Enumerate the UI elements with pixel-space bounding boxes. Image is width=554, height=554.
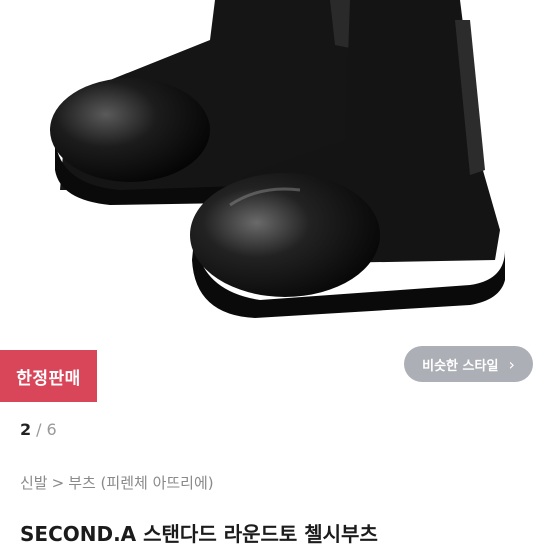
chevron-right-icon: › <box>508 354 515 374</box>
breadcrumb-subcategory[interactable]: 부츠 (피렌체 아뜨리에) <box>68 472 213 493</box>
breadcrumb: 신발 > 부츠 (피렌체 아뜨리에) <box>20 472 214 493</box>
boots-illustration <box>50 0 505 318</box>
limited-sale-badge: 한정판매 <box>0 350 97 402</box>
similar-style-button[interactable]: 비슷한 스타일 › <box>404 346 533 382</box>
image-counter-separator: / <box>36 420 42 439</box>
breadcrumb-separator: > <box>51 474 65 492</box>
image-counter-current: 2 <box>20 420 32 439</box>
product-title: SECOND.A 스탠다드 라운드토 첼시부츠 <box>20 522 378 546</box>
breadcrumb-category[interactable]: 신발 <box>20 472 48 493</box>
image-counter-total: 6 <box>46 420 57 439</box>
image-counter: 2/6 <box>20 420 57 439</box>
similar-style-label: 비슷한 스타일 <box>422 358 499 374</box>
product-image[interactable] <box>0 0 554 404</box>
